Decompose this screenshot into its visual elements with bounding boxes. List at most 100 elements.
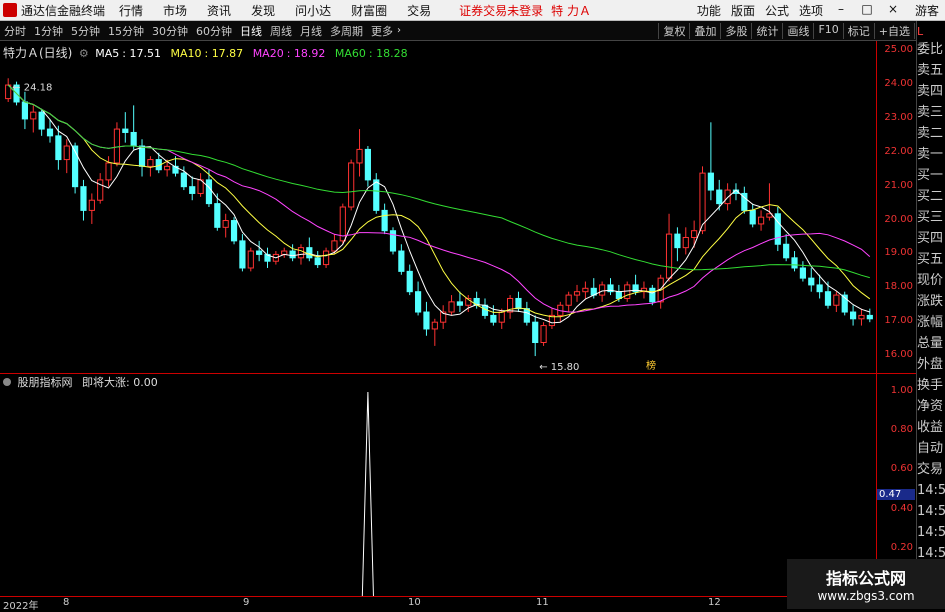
indicator-tick: 1.00 (890, 385, 913, 396)
ma20-line (7, 84, 871, 313)
candle (239, 234, 246, 272)
period-tab[interactable]: 分时 (0, 23, 30, 39)
candle (339, 203, 346, 245)
quote-row: 卖一 (917, 147, 944, 162)
quote-row: 自动 (917, 441, 944, 456)
candle (532, 315, 539, 357)
candle (866, 308, 873, 323)
ma60-label: MA60: 18.28 (334, 47, 408, 60)
indicator-icon[interactable] (3, 378, 11, 386)
period-tab[interactable]: 30分钟 (148, 23, 192, 39)
tool-overlay[interactable]: 叠加 (689, 22, 720, 39)
candle (741, 186, 748, 214)
candle (281, 247, 288, 258)
candle (799, 261, 806, 282)
tool-multi[interactable]: 多股 (720, 22, 751, 39)
candle (624, 281, 631, 302)
candle (364, 146, 371, 187)
period-tab-more[interactable]: 更多 (367, 23, 397, 39)
menu-functions[interactable]: 功能 (697, 2, 721, 19)
date-tick: 10 (408, 597, 421, 608)
period-toolbar: 分时 1分钟 5分钟 15分钟 30分钟 60分钟 日线 周线 月线 多周期 更… (0, 21, 945, 41)
candle (122, 112, 129, 143)
indicator-tick: 0.80 (890, 424, 913, 436)
candle (448, 295, 455, 316)
candle (80, 179, 87, 221)
candle (230, 217, 238, 245)
tool-draw[interactable]: 画线 (782, 22, 813, 39)
period-tab[interactable]: 1分钟 (30, 23, 67, 39)
minimize-icon[interactable]: – (833, 2, 849, 19)
high-price-label: ← 24.18 (12, 82, 52, 93)
candle (306, 237, 313, 262)
watermark-title: 指标公式网 (825, 569, 906, 588)
tool-adjust[interactable]: 复权 (658, 22, 689, 39)
menu-wealth[interactable]: 财富圈 (351, 2, 387, 19)
indicator-chart[interactable] (0, 374, 876, 596)
candle (30, 105, 37, 133)
tool-add-watch[interactable]: +自选 (873, 22, 914, 39)
quote-row: 14:56 (917, 483, 945, 498)
menu-trade[interactable]: 交易 (407, 2, 431, 19)
candle (322, 247, 330, 268)
candle (256, 240, 263, 262)
menu-layout[interactable]: 版面 (731, 2, 755, 19)
period-tab[interactable]: 周线 (266, 23, 296, 39)
candle (783, 234, 790, 262)
indicator-legend: 股朋指标网 即将大涨: 0.00 (3, 374, 158, 390)
candle (607, 278, 614, 296)
candlestick-svg: ← 24.18 ← 15.80 榜 (5, 78, 873, 373)
menu-discover[interactable]: 发现 (251, 2, 275, 19)
maximize-icon[interactable]: □ (859, 2, 875, 19)
settings-icon[interactable]: ⚙ (79, 47, 89, 60)
candle (331, 234, 338, 255)
tool-mark[interactable]: 标记 (842, 22, 874, 39)
chart-tools: 复权 叠加 多股 统计 画线 F10 标记 +自选 返回 (658, 22, 945, 39)
low-price-label: ← 15.80 (539, 362, 579, 373)
menu-market[interactable]: 市场 (163, 2, 187, 19)
period-tab-active[interactable]: 日线 (236, 23, 266, 39)
menu-market-quotes[interactable]: 行情 (119, 2, 143, 19)
candle (716, 179, 723, 211)
quote-row: 买五 (917, 252, 944, 267)
menu-formula[interactable]: 公式 (765, 2, 789, 19)
list-marker[interactable]: 榜 (646, 359, 656, 372)
candle (289, 244, 296, 262)
period-tab[interactable]: 月线 (296, 23, 326, 39)
candle (841, 291, 848, 316)
menu-options[interactable]: 选项 (799, 2, 823, 19)
indicator-tick: 0.20 (890, 541, 913, 553)
period-tab[interactable]: 60分钟 (192, 23, 236, 39)
candle (766, 183, 773, 221)
period-tab[interactable]: 15分钟 (104, 23, 148, 39)
login-notice[interactable]: 证券交易未登录 (459, 2, 543, 19)
indicator-tick: 0.60 (890, 463, 913, 475)
user-label[interactable]: 游客 (915, 2, 939, 19)
tool-stats[interactable]: 统计 (751, 22, 782, 39)
candle (38, 108, 45, 136)
candle (222, 213, 229, 238)
period-tab[interactable]: 5分钟 (67, 23, 104, 39)
menu-ask[interactable]: 问小达 (295, 2, 331, 19)
tool-f10[interactable]: F10 (813, 22, 842, 39)
right-menu: 功能 版面 公式 选项 – □ × 游客 (687, 2, 945, 19)
candle (440, 305, 447, 329)
quote-row: 买四 (917, 231, 944, 246)
date-tick: 2022年 (3, 601, 39, 612)
candle (214, 193, 221, 231)
chevron-right-icon[interactable]: › (397, 25, 401, 36)
quote-row: 换手 (917, 378, 944, 393)
quote-row: 买二 (917, 189, 944, 204)
candle (682, 227, 689, 255)
price-chart[interactable]: ← 24.18 ← 15.80 榜 (0, 41, 876, 373)
menu-bar: 通达信金融终端 行情 市场 资讯 发现 问小达 财富圈 交易 证券交易未登录 特… (0, 0, 945, 21)
price-tick: 16.00 (884, 349, 913, 361)
candle (247, 247, 254, 272)
indicator-tick: 0.40 (890, 502, 913, 514)
period-tab[interactable]: 多周期 (326, 23, 367, 39)
candle (398, 244, 405, 275)
candle (640, 281, 648, 299)
close-icon[interactable]: × (885, 2, 901, 19)
menu-news[interactable]: 资讯 (207, 2, 231, 19)
quote-panel: L 委比 卖五 卖四 卖三 卖二 卖一 买一 买二 买三 买四 买五 现价 涨跌 涨幅 总量 外盘 换手 净资 收益… (916, 21, 945, 609)
